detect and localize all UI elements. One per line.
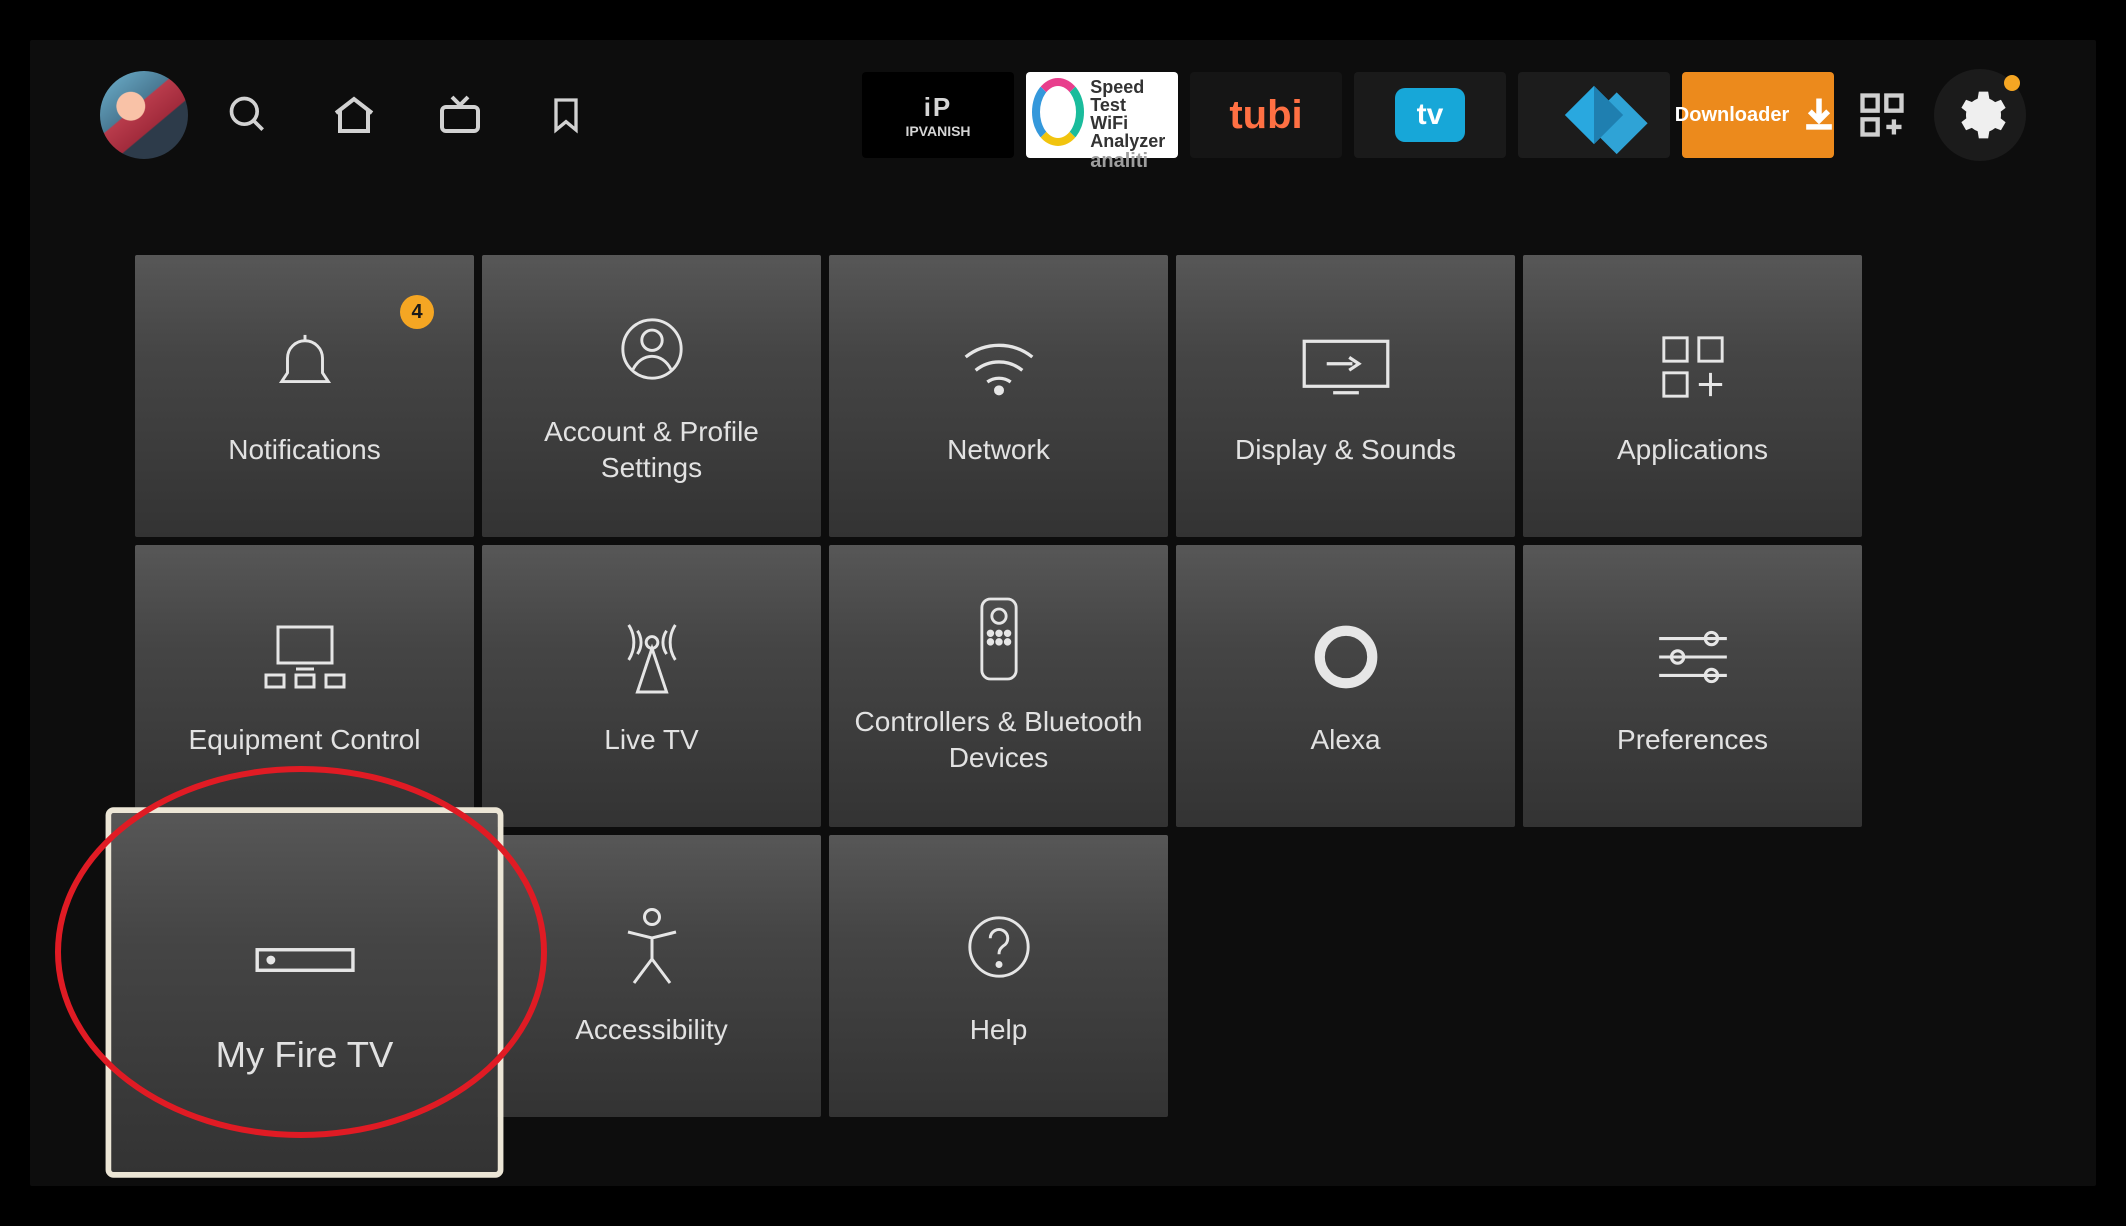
tile-notifications-label: Notifications — [228, 432, 381, 468]
tile-accessibility[interactable]: Accessibility — [482, 835, 821, 1117]
settings-notification-dot — [2004, 75, 2020, 91]
app-ipvanish-label: IPVANISH — [905, 123, 970, 139]
app-downloader[interactable]: Downloader — [1682, 72, 1834, 158]
tile-help-label: Help — [970, 1012, 1028, 1048]
tivimate-logo: tv — [1395, 88, 1465, 142]
help-icon — [964, 904, 1034, 990]
app-tubi[interactable]: tubi — [1190, 72, 1342, 158]
tile-network[interactable]: Network — [829, 255, 1168, 537]
apps-icon — [1658, 324, 1728, 410]
tile-applications-label: Applications — [1617, 432, 1768, 468]
profile-avatar[interactable] — [100, 71, 188, 159]
settings-grid: 4 Notifications Account & Profile Settin… — [135, 255, 1862, 1117]
app-tivimate[interactable]: tv — [1354, 72, 1506, 158]
tile-controllers-label: Controllers & Bluetooth Devices — [849, 704, 1149, 776]
settings-button[interactable] — [1934, 69, 2026, 161]
tile-applications[interactable]: Applications — [1523, 255, 1862, 537]
nav-icons — [224, 91, 590, 139]
tile-my-fire-tv[interactable]: My Fire TV — [111, 813, 497, 1172]
tivimate-label: tv — [1417, 98, 1444, 132]
analiti-text: Speed Test WiFi Analyzer analiti — [1090, 78, 1172, 173]
kodi-icon — [1559, 80, 1629, 150]
tile-display[interactable]: Display & Sounds — [1176, 255, 1515, 537]
bookmark-icon[interactable] — [542, 91, 590, 139]
tubi-label: tubi — [1229, 93, 1302, 138]
tile-preferences-label: Preferences — [1617, 722, 1768, 758]
tile-alexa[interactable]: Alexa — [1176, 545, 1515, 827]
live-icon[interactable] — [436, 91, 484, 139]
apps-grid-button[interactable] — [1846, 72, 1918, 158]
tile-account-label: Account & Profile Settings — [502, 414, 802, 486]
tile-alexa-label: Alexa — [1310, 722, 1380, 758]
tile-accessibility-label: Accessibility — [575, 1012, 727, 1048]
notification-badge: 4 — [400, 295, 434, 329]
tile-controllers[interactable]: Controllers & Bluetooth Devices — [829, 545, 1168, 827]
antenna-icon — [617, 614, 687, 700]
app-kodi[interactable] — [1518, 72, 1670, 158]
wifi-icon — [959, 324, 1039, 410]
tile-help[interactable]: Help — [829, 835, 1168, 1117]
tile-my-fire-tv-label: My Fire TV — [216, 1034, 394, 1075]
sliders-icon — [1653, 614, 1733, 700]
tile-display-label: Display & Sounds — [1235, 432, 1456, 468]
tile-equipment[interactable]: Equipment Control — [135, 545, 474, 827]
app-shortcuts: iP IPVANISH Speed Test WiFi Analyzer ana… — [862, 69, 2026, 161]
tile-preferences[interactable]: Preferences — [1523, 545, 1862, 827]
tile-account[interactable]: Account & Profile Settings — [482, 255, 821, 537]
app-analiti[interactable]: Speed Test WiFi Analyzer analiti — [1026, 72, 1178, 158]
account-icon — [617, 306, 687, 392]
search-icon[interactable] — [224, 91, 272, 139]
tile-network-label: Network — [947, 432, 1050, 468]
tile-notifications[interactable]: 4 Notifications — [135, 255, 474, 537]
display-icon — [1301, 324, 1391, 410]
accessibility-icon — [622, 904, 682, 990]
topbar: iP IPVANISH Speed Test WiFi Analyzer ana… — [100, 55, 2026, 175]
bell-icon — [270, 324, 340, 410]
equipment-icon — [260, 614, 350, 700]
tile-livetv[interactable]: Live TV — [482, 545, 821, 827]
home-icon[interactable] — [330, 91, 378, 139]
analiti-brand: analiti — [1090, 150, 1148, 172]
analiti-icon — [1032, 78, 1084, 146]
alexa-icon — [1311, 614, 1381, 700]
app-ipvanish-ip-label: iP — [924, 92, 953, 123]
remote-icon — [979, 596, 1019, 682]
device-icon — [253, 910, 356, 1008]
downloader-label: Downloader — [1675, 104, 1789, 127]
analiti-line1: Speed Test — [1090, 78, 1172, 114]
tile-livetv-label: Live TV — [604, 722, 698, 758]
download-icon — [1797, 93, 1841, 137]
gear-icon — [1952, 87, 2008, 143]
app-ipvanish[interactable]: iP IPVANISH — [862, 72, 1014, 158]
tile-equipment-label: Equipment Control — [189, 722, 421, 758]
screen: iP IPVANISH Speed Test WiFi Analyzer ana… — [0, 0, 2126, 1226]
analiti-line2: WiFi Analyzer — [1090, 114, 1172, 150]
